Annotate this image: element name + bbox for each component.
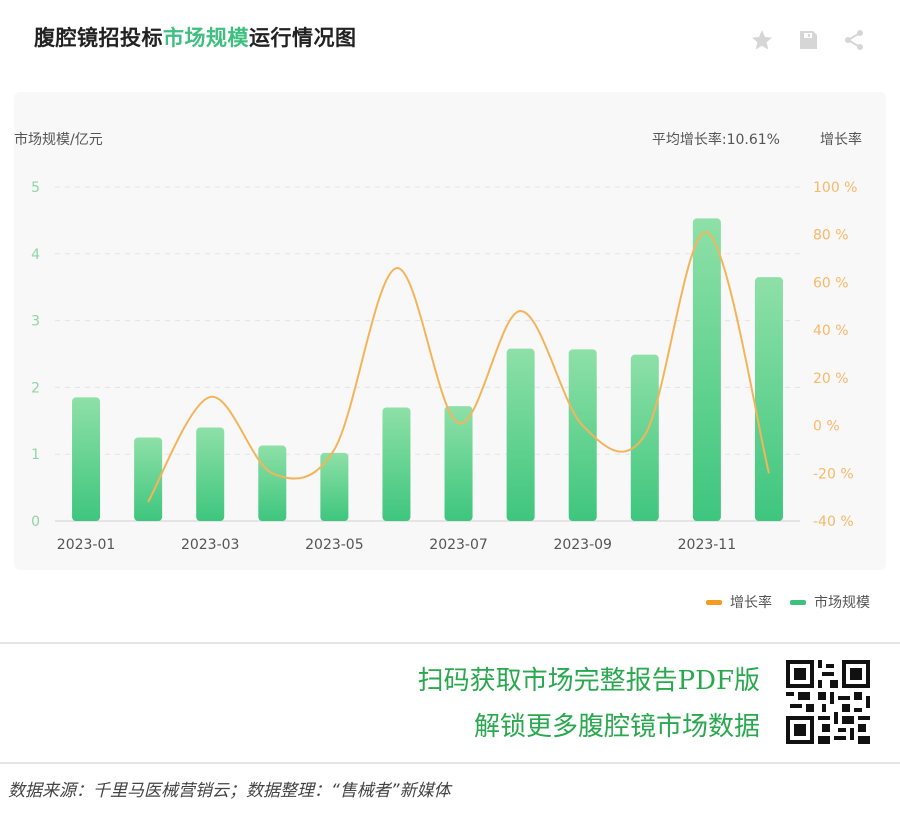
title-prefix: 腹腔镜招投标	[34, 26, 163, 50]
legend-item-growth[interactable]: 增长率	[706, 592, 772, 612]
left-tick-label: 2	[31, 380, 40, 396]
left-tick-label: 1	[31, 447, 40, 463]
bar	[692, 218, 721, 521]
qr-code[interactable]	[786, 660, 870, 744]
x-tick-label: 2023-11	[678, 537, 737, 553]
bar	[72, 397, 101, 521]
legend-item-market[interactable]: 市场规模	[790, 592, 870, 612]
bar	[258, 445, 287, 521]
x-tick-label: 2023-03	[181, 537, 240, 553]
chart-actions	[750, 28, 866, 52]
legend-swatch-market	[790, 599, 806, 605]
bar	[506, 348, 535, 521]
share-icon[interactable]	[842, 28, 866, 52]
right-tick-label: 60 %	[813, 275, 849, 291]
promo-line-2[interactable]: 解锁更多腹腔镜市场数据	[474, 706, 760, 743]
left-tick-label: 0	[31, 514, 40, 530]
bar-series	[72, 218, 783, 521]
avg-growth-label: 平均增长率:10.61%	[652, 131, 780, 148]
bar	[196, 427, 225, 521]
chart-area: 市场规模/亿元 平均增长率:10.61% 增长率 0 1 2 3 4 5 -40 % -20 …	[14, 131, 862, 553]
bar	[134, 437, 163, 521]
chart-legend: 增长率 市场规模	[706, 592, 870, 612]
source-note: 数据来源：千里马医械营销云；数据整理：“售械者”新媒体	[8, 781, 451, 801]
divider-top	[0, 642, 900, 644]
chart-title: 腹腔镜招投标市场规模运行情况图	[34, 22, 357, 52]
x-tick-label: 2023-05	[305, 537, 364, 553]
promo-line-1[interactable]: 扫码获取市场完整报告PDF版	[418, 660, 760, 697]
gridlines	[55, 186, 800, 522]
left-axis-label: 市场规模/亿元	[14, 131, 103, 148]
left-tick-label: 4	[31, 247, 40, 263]
right-axis-label: 增长率	[820, 131, 862, 148]
star-icon[interactable]	[750, 28, 774, 52]
x-tick-label: 2023-01	[57, 537, 116, 553]
legend-label-growth: 增长率	[730, 595, 772, 611]
left-tick-label: 5	[31, 180, 40, 196]
right-tick-label: 20 %	[813, 371, 849, 387]
legend-label-market: 市场规模	[814, 595, 870, 611]
right-tick-label: 40 %	[813, 323, 849, 339]
right-tick-label: -40 %	[813, 514, 854, 530]
bar	[382, 407, 411, 521]
right-tick-label: 100 %	[813, 180, 857, 196]
save-icon[interactable]	[796, 28, 820, 52]
bar	[630, 354, 659, 521]
left-tick-label: 3	[31, 314, 40, 330]
right-tick-label: 80 %	[813, 228, 849, 244]
bar	[754, 277, 783, 521]
divider-bottom	[0, 762, 900, 764]
title-highlight: 市场规模	[163, 26, 249, 50]
title-suffix: 运行情况图	[249, 26, 357, 50]
legend-swatch-growth	[706, 599, 722, 605]
right-tick-label: -20 %	[813, 466, 854, 482]
right-tick-label: 0 %	[813, 419, 840, 435]
x-tick-label: 2023-09	[553, 537, 612, 553]
x-tick-label: 2023-07	[429, 537, 488, 553]
